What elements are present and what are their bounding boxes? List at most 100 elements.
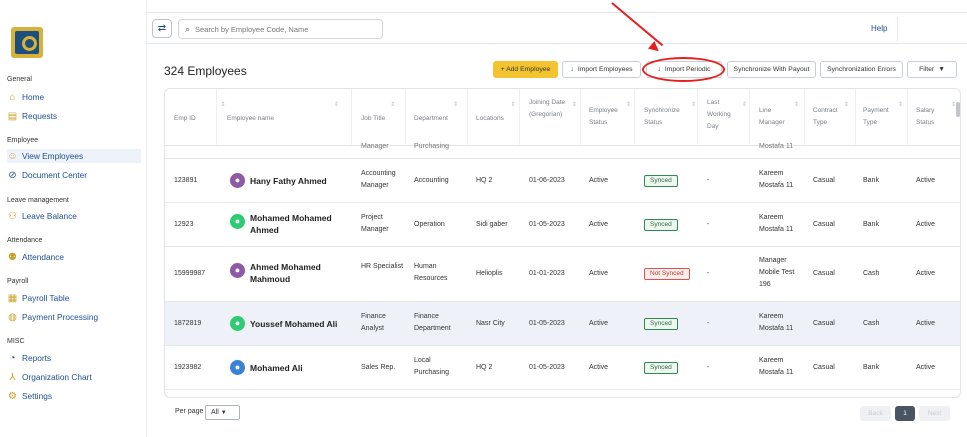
sort-icon: ⇕ [333,102,339,108]
sidebar-item-settings[interactable]: ⚙ Settings [7,389,141,403]
column-header-synchronize-status[interactable]: Synchronize Status ⇕ [644,102,696,129]
column-header-contract-type[interactable]: Contract Type ⇕ [813,102,849,129]
column-header-last-working-day[interactable]: Last Working Day ⇕ [707,97,747,133]
avatar: ● [230,263,245,278]
sort-icon: ⇕ [741,102,747,108]
column-divider [467,89,468,146]
sidebar-section-leave: Leave management [7,197,69,204]
sort-icon: ⇕ [571,102,577,108]
home-icon: ⌂ [9,91,16,103]
pagination-page-1[interactable]: 1 [895,406,915,421]
sidebar-item-document-center[interactable]: ⊘ Document Center [7,168,141,182]
search-box[interactable]: ⌕ [178,19,383,39]
status-badge: Synced [644,318,678,330]
status-badge: Synced [644,175,678,187]
reports-icon: ◔ [9,352,16,364]
table-row[interactable]: 1923982 ● Mohamed Ali Sales Rep. Local P… [165,346,960,390]
column-header-employee-status[interactable]: Employee Status ⇕ [589,102,631,129]
column-header-locations[interactable]: Locations ⇕ [476,102,516,125]
column-divider [519,89,520,146]
topbar: ⇄ ⌕ Help [147,12,967,44]
sidebar-item-organization-chart[interactable]: ⅄ Organization Chart [7,370,141,384]
table-row[interactable]: 12923 ● Mohamed Mohamed Ahmed Project Ma… [165,203,960,247]
sidebar: General ⌂ Home ▤ Requests Employee ☺ View E… [0,0,147,437]
sidebar-item-leave-balance[interactable]: ⚇ Leave Balance [7,209,141,223]
search-input[interactable] [195,24,376,34]
leave-icon: ⚇ [8,210,17,222]
sidebar-toggle-button[interactable]: ⇄ [152,19,172,38]
table-row[interactable]: 123891 ● Hany Fathy Ahmed Accounting Man… [165,159,960,203]
sidebar-item-payroll-table[interactable]: ▦ Payroll Table [7,291,141,305]
annotation-highlight-ellipse [642,57,725,82]
column-header-line-manager[interactable]: Line Manager ⇕ [759,102,799,129]
add-employee-button[interactable]: + Add Employee [493,61,558,78]
sidebar-item-attendance[interactable]: ⚉ Attendance [7,250,141,264]
sidebar-section-attendance: Attendance [7,237,43,244]
sort-icon: ⇕ [897,102,903,108]
import-employees-button[interactable]: ↓ Import Employees [562,61,641,78]
table-row[interactable]: 15999987 ● Ahmed Mohamed Mahmoud HR Spec… [165,247,960,302]
sort-icon: ⇕ [793,102,799,108]
employees-table: Emp ID ⇕ Employee name ⇕ Job Title ⇕ Depart… [164,88,961,398]
sidebar-section-misc: MISC [7,338,25,345]
gear-icon: ⚙ [8,390,17,402]
attendance-icon: ⚉ [8,251,17,263]
table-row-partial[interactable]: Manager Purchasing Mostafa 11 [165,143,960,159]
collapse-icon: ⇄ [157,23,167,34]
sort-icon: ⇕ [220,102,226,108]
sidebar-item-home[interactable]: ⌂ Home [7,90,141,104]
topbar-divider [897,17,898,41]
filter-button[interactable]: Filter ▼ [907,61,957,78]
document-icon: ⊘ [8,169,17,181]
column-header-employee-name[interactable]: Employee name ⇕ [227,102,339,125]
user-icon: ☺ [7,150,18,162]
sort-icon: ⇕ [690,102,696,108]
help-link[interactable]: Help [871,24,887,33]
avatar: ● [230,360,245,375]
sort-icon: ⇕ [625,102,631,108]
search-icon: ⌕ [185,23,191,34]
table-scrollbar[interactable] [956,102,960,117]
synchronization-errors-button[interactable]: Synchronization Errors [820,61,903,78]
column-divider [216,89,217,146]
column-header-salary-status[interactable]: Salary Status ⇕ [916,102,956,129]
sidebar-item-reports[interactable]: ◔ Reports [7,351,141,365]
sort-icon: ⇕ [452,102,458,108]
caret-down-icon: ▼ [938,66,945,73]
sidebar-item-view-employees[interactable]: ☺ View Employees [7,149,141,163]
status-badge: Synced [644,362,678,374]
status-badge: Not Synced [644,268,690,280]
sidebar-section-general: General [7,76,32,83]
column-divider [804,89,805,146]
column-divider [855,89,856,146]
column-header-joining-date[interactable]: Joining Date (Gregorian) ⇕ [529,97,577,121]
column-header-emp-id[interactable]: Emp ID ⇕ [174,102,226,125]
payment-icon: ◍ [8,311,17,323]
column-header-job-title[interactable]: Job Title ⇕ [361,102,395,125]
sidebar-item-requests[interactable]: ▤ Requests [7,109,141,123]
table-header: Emp ID ⇕ Employee name ⇕ Job Title ⇕ Depart… [165,89,960,146]
sidebar-section-employee: Employee [7,137,39,144]
status-badge: Synced [644,219,678,231]
column-header-department[interactable]: Department ⇕ [414,102,458,125]
synchronize-with-payout-button[interactable]: Synchronize With Payout [727,61,816,78]
sort-icon: ⇕ [510,102,516,108]
column-divider [697,89,698,146]
column-divider [351,89,352,146]
avatar: ● [230,214,245,229]
pagination-next-button[interactable]: Next [919,406,950,421]
per-page-select[interactable]: All ▼ [205,405,240,420]
avatar: ● [230,173,245,188]
per-page-label: Per page [175,408,204,415]
sidebar-item-payment-processing[interactable]: ◍ Payment Processing [7,310,141,324]
pagination-back-button[interactable]: Back [860,406,891,421]
column-divider [907,89,908,146]
column-divider [749,89,750,146]
requests-icon: ▤ [7,110,18,122]
company-logo[interactable] [11,27,43,58]
column-header-payment-type[interactable]: Payment Type ⇕ [863,102,903,129]
table-row[interactable]: 1872819 ● Youssef Mohamed Ali Finance An… [165,302,960,346]
column-divider [634,89,635,146]
table-icon: ▦ [7,292,18,304]
arrow-down-icon: ↓ [570,66,574,73]
